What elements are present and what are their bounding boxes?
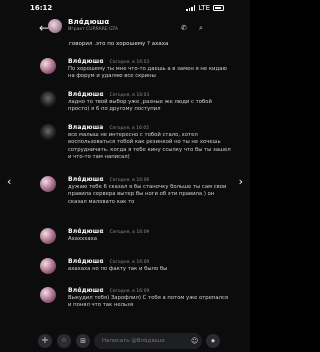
message-text: ахахаха но по факту так и было бы — [68, 266, 168, 272]
timestamp: Сегодня, в 16:09 — [109, 260, 150, 265]
message-header: Влάдюшα Сегодня, в 16:06 — [68, 176, 149, 183]
timestamp: Сегодня, в 16:05 — [109, 126, 150, 131]
message-header: Влάдюшα Сегодня, в 16:09 — [68, 258, 149, 265]
message-text: все малыш не интересно с тобой стало, хо… — [68, 132, 231, 161]
message-text: Выкудил тебя) Зарофлил) С тебя а потом у… — [68, 295, 229, 309]
message-header: Влάдюшα Сегодня, в 16:09 — [68, 287, 149, 294]
message-text: Ахахххаха — [68, 236, 98, 242]
previous-message-text: говорил .это по хорошему ? ахаха — [69, 41, 169, 47]
message-text: дужаю тебе 6 сказал я бы станочку больше… — [68, 184, 227, 205]
author-name[interactable]: Влάдюшα — [68, 91, 104, 98]
avatar[interactable] — [40, 228, 56, 244]
message-header: Влάдюшα Сегодня, в 16:03 — [68, 58, 149, 65]
author-name[interactable]: Влάдюшα — [68, 176, 104, 183]
status-icons: LTE — [186, 4, 224, 12]
timestamp: Сегодня, в 16:09 — [109, 230, 150, 235]
header-avatar[interactable] — [48, 19, 62, 33]
chat-subtitle: Играет CURRARE GTA — [68, 27, 118, 32]
message-input[interactable] — [94, 333, 202, 349]
timestamp: Сегодня, в 16:03 — [109, 93, 150, 98]
previous-arrow-icon[interactable]: ‹ — [7, 175, 11, 188]
author-name[interactable]: Влάдюшα — [68, 228, 104, 235]
chat-screen: 16:12 LTE ← Влάдюшα Играет CURRARE GTA ✆… — [0, 0, 250, 352]
message-text: По хорошему ты мне что-то даешь а в заме… — [68, 66, 227, 80]
author-name[interactable]: Владюша — [68, 124, 104, 131]
avatar[interactable] — [40, 58, 56, 74]
chat-header — [0, 16, 250, 40]
message-header: Владюша Сегодня, в 16:05 — [68, 124, 149, 131]
add-attachment-button[interactable]: + — [38, 334, 52, 348]
avatar[interactable] — [40, 124, 56, 140]
message-header: Влάдюшα Сегодня, в 16:03 — [68, 91, 149, 98]
message-text: ладно то твой выбор уже ,разные же люди … — [68, 99, 212, 113]
avatar[interactable] — [40, 91, 56, 107]
emoji-icon[interactable]: ☺ — [191, 337, 198, 345]
next-arrow-icon[interactable]: › — [239, 175, 243, 188]
author-name[interactable]: Влάдюшα — [68, 258, 104, 265]
network-label: LTE — [198, 4, 210, 12]
message-header: Влάдюшα Сегодня, в 16:09 — [68, 228, 149, 235]
apps-icon[interactable]: ⁘ — [57, 334, 71, 348]
author-name[interactable]: Влάдюшα — [68, 287, 104, 294]
timestamp: Сегодня, в 16:03 — [109, 60, 150, 65]
signal-icon — [186, 5, 196, 11]
search-icon[interactable]: ⌕ — [199, 24, 203, 33]
message-composer: + ⁘ ⊞ ☺ ⏺ — [30, 330, 222, 352]
battery-icon — [213, 5, 224, 11]
avatar[interactable] — [40, 287, 56, 303]
avatar[interactable] — [40, 176, 56, 192]
microphone-icon[interactable]: ⏺ — [206, 334, 220, 348]
status-bar: 16:12 LTE — [0, 0, 250, 16]
chat-title[interactable]: Влάдюшα — [68, 18, 109, 26]
clock: 16:12 — [30, 4, 53, 12]
gift-icon[interactable]: ⊞ — [76, 334, 90, 348]
author-name[interactable]: Влάдюшα — [68, 58, 104, 65]
timestamp: Сегодня, в 16:06 — [109, 178, 150, 183]
avatar[interactable] — [40, 258, 56, 274]
timestamp: Сегодня, в 16:09 — [109, 289, 150, 294]
call-icon[interactable]: ✆ — [181, 24, 187, 32]
